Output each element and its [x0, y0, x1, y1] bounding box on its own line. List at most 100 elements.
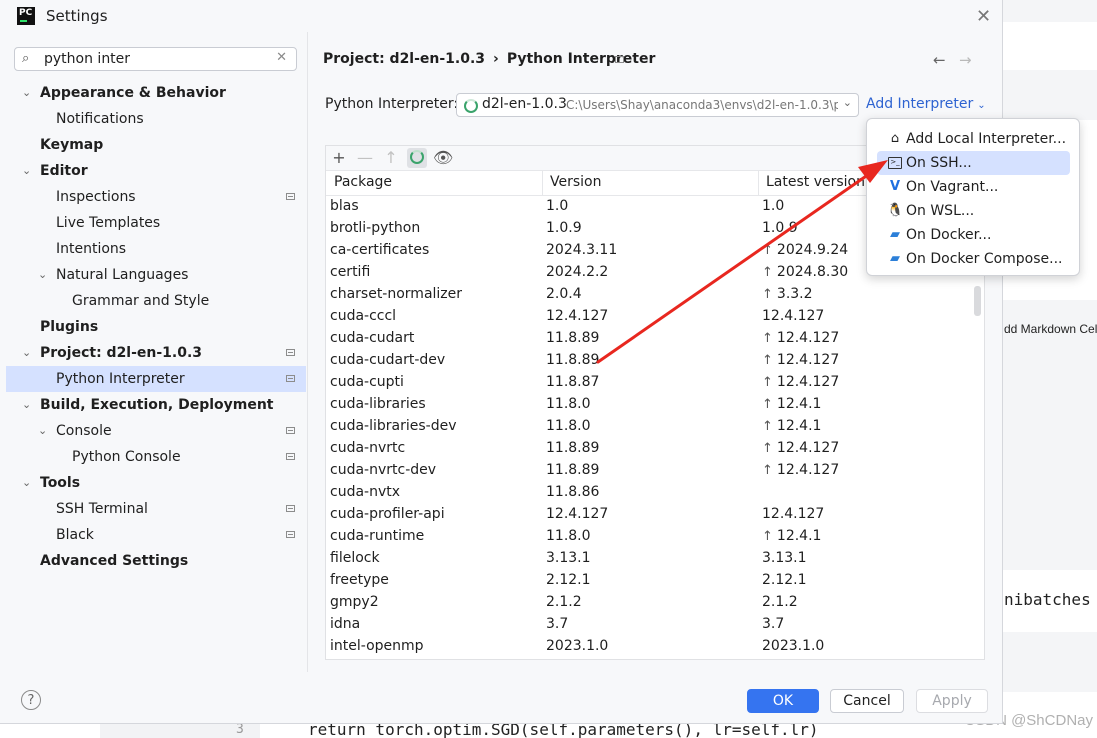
menu-item-on-ssh[interactable]: >_ On SSH... [877, 151, 1070, 175]
column-header-latest[interactable]: Latest version [766, 174, 865, 190]
settings-sidebar: ⌕ python inter ✕ ⌄ Appearance & Behavior N… [0, 32, 308, 672]
table-row[interactable]: gmpy2 2.1.2 2.1.2 [326, 591, 984, 613]
package-version: 12.4.127 [546, 506, 609, 522]
sidebar-item[interactable]: SSH Terminal [6, 496, 306, 522]
sidebar-item[interactable]: Black [6, 522, 306, 548]
sidebar-item[interactable]: ⌄ Editor [6, 158, 306, 184]
sidebar-item-label: Live Templates [56, 215, 161, 231]
sidebar-item[interactable]: Notifications [6, 106, 306, 132]
table-row[interactable]: freetype 2.12.1 2.12.1 [326, 569, 984, 591]
column-divider[interactable] [542, 170, 543, 196]
search-icon: ⌕ [22, 51, 30, 66]
chevron-down-icon[interactable]: ⌄ [22, 392, 31, 418]
package-latest: ↑ 12.4.127 [762, 327, 839, 350]
column-header-version[interactable]: Version [550, 174, 601, 190]
latest-version-text: 12.4.127 [776, 374, 840, 390]
package-name: cuda-cupti [330, 374, 404, 390]
sidebar-item[interactable]: ⌄ Natural Languages [6, 262, 306, 288]
menu-item-on-docker[interactable]: ▰ On Docker... [877, 223, 1070, 247]
package-name: ca-certificates [330, 242, 430, 258]
clear-search-icon[interactable]: ✕ [276, 50, 287, 65]
chevron-down-icon: ⌄ [842, 96, 852, 109]
package-version: 2.12.1 [546, 572, 591, 588]
table-row[interactable]: cuda-runtime 11.8.0 ↑ 12.4.1 [326, 525, 984, 547]
help-icon[interactable]: ? [21, 690, 41, 710]
package-version: 11.8.89 [546, 352, 600, 368]
menu-item-on-wsl[interactable]: 🐧 On WSL... [877, 199, 1070, 223]
sidebar-item[interactable]: Live Templates [6, 210, 306, 236]
sidebar-item[interactable]: ⌄ Console [6, 418, 306, 444]
sidebar-item[interactable]: Inspections [6, 184, 306, 210]
menu-item-on-vagrant[interactable]: V On Vagrant... [877, 175, 1070, 199]
settings-dialog: PC Settings ✕ ⌕ python inter ✕ ⌄ Appearan… [0, 0, 1003, 724]
table-row[interactable]: cuda-libraries 11.8.0 ↑ 12.4.1 [326, 393, 984, 415]
window-title: Settings [46, 7, 108, 25]
chevron-down-icon: ⌄ [977, 100, 986, 111]
sidebar-item[interactable]: ⌄ Build, Execution, Deployment [6, 392, 306, 418]
refresh-icon[interactable] [407, 148, 427, 168]
uninstall-package-icon[interactable]: — [355, 148, 375, 168]
apply-button[interactable]: Apply [916, 689, 988, 713]
menu-item-add-local[interactable]: ⌂ Add Local Interpreter... [877, 127, 1070, 151]
sidebar-item[interactable]: Grammar and Style [6, 288, 306, 314]
table-row[interactable]: cuda-profiler-api 12.4.127 12.4.127 [326, 503, 984, 525]
chevron-down-icon[interactable]: ⌄ [22, 158, 31, 184]
search-field[interactable]: ⌕ python inter ✕ [14, 47, 297, 71]
table-row[interactable]: cuda-cupti 11.8.87 ↑ 12.4.127 [326, 371, 984, 393]
line-number: 3 [236, 724, 244, 737]
sidebar-item-label: Console [56, 423, 112, 439]
sidebar-item[interactable]: ⌄ Tools [6, 470, 306, 496]
sidebar-item[interactable]: ⌄ Appearance & Behavior [6, 80, 306, 106]
table-row[interactable]: cuda-nvrtc 11.8.89 ↑ 12.4.127 [326, 437, 984, 459]
sidebar-item[interactable]: Intentions [6, 236, 306, 262]
package-version: 11.8.87 [546, 374, 600, 390]
sidebar-item[interactable]: Keymap [6, 132, 306, 158]
column-divider[interactable] [758, 170, 759, 196]
install-package-icon[interactable]: + [329, 148, 349, 168]
chevron-down-icon[interactable]: ⌄ [22, 340, 31, 366]
search-input[interactable]: python inter [44, 51, 130, 67]
sidebar-item[interactable]: Advanced Settings [6, 548, 306, 574]
table-row[interactable]: cuda-cccl 12.4.127 12.4.127 [326, 305, 984, 327]
sidebar-item[interactable]: Python Console [6, 444, 306, 470]
chevron-down-icon[interactable]: ⌄ [22, 80, 31, 106]
latest-version-text: 12.4.127 [762, 506, 825, 522]
table-row[interactable]: idna 3.7 3.7 [326, 613, 984, 635]
sidebar-item-label: Project: d2l-en-1.0.3 [40, 345, 203, 361]
table-row[interactable]: charset-normalizer 2.0.4 ↑ 3.3.2 [326, 283, 984, 305]
add-interpreter-menu: ⌂ Add Local Interpreter... >_ On SSH... … [866, 118, 1080, 276]
linux-icon: 🐧 [887, 203, 904, 218]
forward-arrow-icon[interactable]: → [959, 51, 972, 69]
eye-icon[interactable]: 👁 [433, 148, 453, 168]
menu-item-on-docker-compose[interactable]: ▰ On Docker Compose... [877, 247, 1070, 271]
table-row[interactable]: intel-openmp 2023.1.0 2023.1.0 [326, 635, 984, 657]
table-row[interactable]: cuda-nvtx 11.8.86 [326, 481, 984, 503]
package-version: 11.8.0 [546, 418, 591, 434]
close-icon[interactable]: ✕ [976, 6, 991, 27]
column-header-package[interactable]: Package [334, 174, 392, 190]
back-arrow-icon[interactable]: ← [933, 51, 946, 69]
sidebar-item-label: Tools [40, 475, 81, 491]
table-row[interactable]: filelock 3.13.1 3.13.1 [326, 547, 984, 569]
add-interpreter-link[interactable]: Add Interpreter ⌄ [866, 96, 986, 112]
page-title: Python Interpreter [506, 51, 656, 67]
package-version: 3.13.1 [546, 550, 591, 566]
scrollbar[interactable] [974, 286, 981, 316]
chevron-down-icon[interactable]: ⌄ [22, 470, 31, 496]
chevron-down-icon[interactable]: ⌄ [38, 418, 47, 444]
docker-compose-icon: ▰ [890, 251, 900, 266]
sidebar-item[interactable]: ⌄ Project: d2l-en-1.0.3 [6, 340, 306, 366]
interpreter-select[interactable]: d2l-en-1.0.3 C:\Users\Shay\anaconda3\env… [456, 93, 859, 117]
table-row[interactable]: cuda-cudart-dev 11.8.89 ↑ 12.4.127 [326, 349, 984, 371]
latest-version-text: 3.7 [762, 616, 785, 632]
table-row[interactable]: cuda-cudart 11.8.89 ↑ 12.4.127 [326, 327, 984, 349]
table-row[interactable]: cuda-libraries-dev 11.8.0 ↑ 12.4.1 [326, 415, 984, 437]
latest-version-text: 12.4.127 [776, 352, 840, 368]
chevron-down-icon[interactable]: ⌄ [38, 262, 47, 288]
upgrade-package-icon[interactable]: ↑ [381, 148, 401, 168]
cancel-button[interactable]: Cancel [830, 689, 904, 713]
table-row[interactable]: cuda-nvrtc-dev 11.8.89 ↑ 12.4.127 [326, 459, 984, 481]
sidebar-item[interactable]: Plugins [6, 314, 306, 340]
sidebar-item[interactable]: Python Interpreter [6, 366, 306, 392]
ok-button[interactable]: OK [747, 689, 819, 713]
